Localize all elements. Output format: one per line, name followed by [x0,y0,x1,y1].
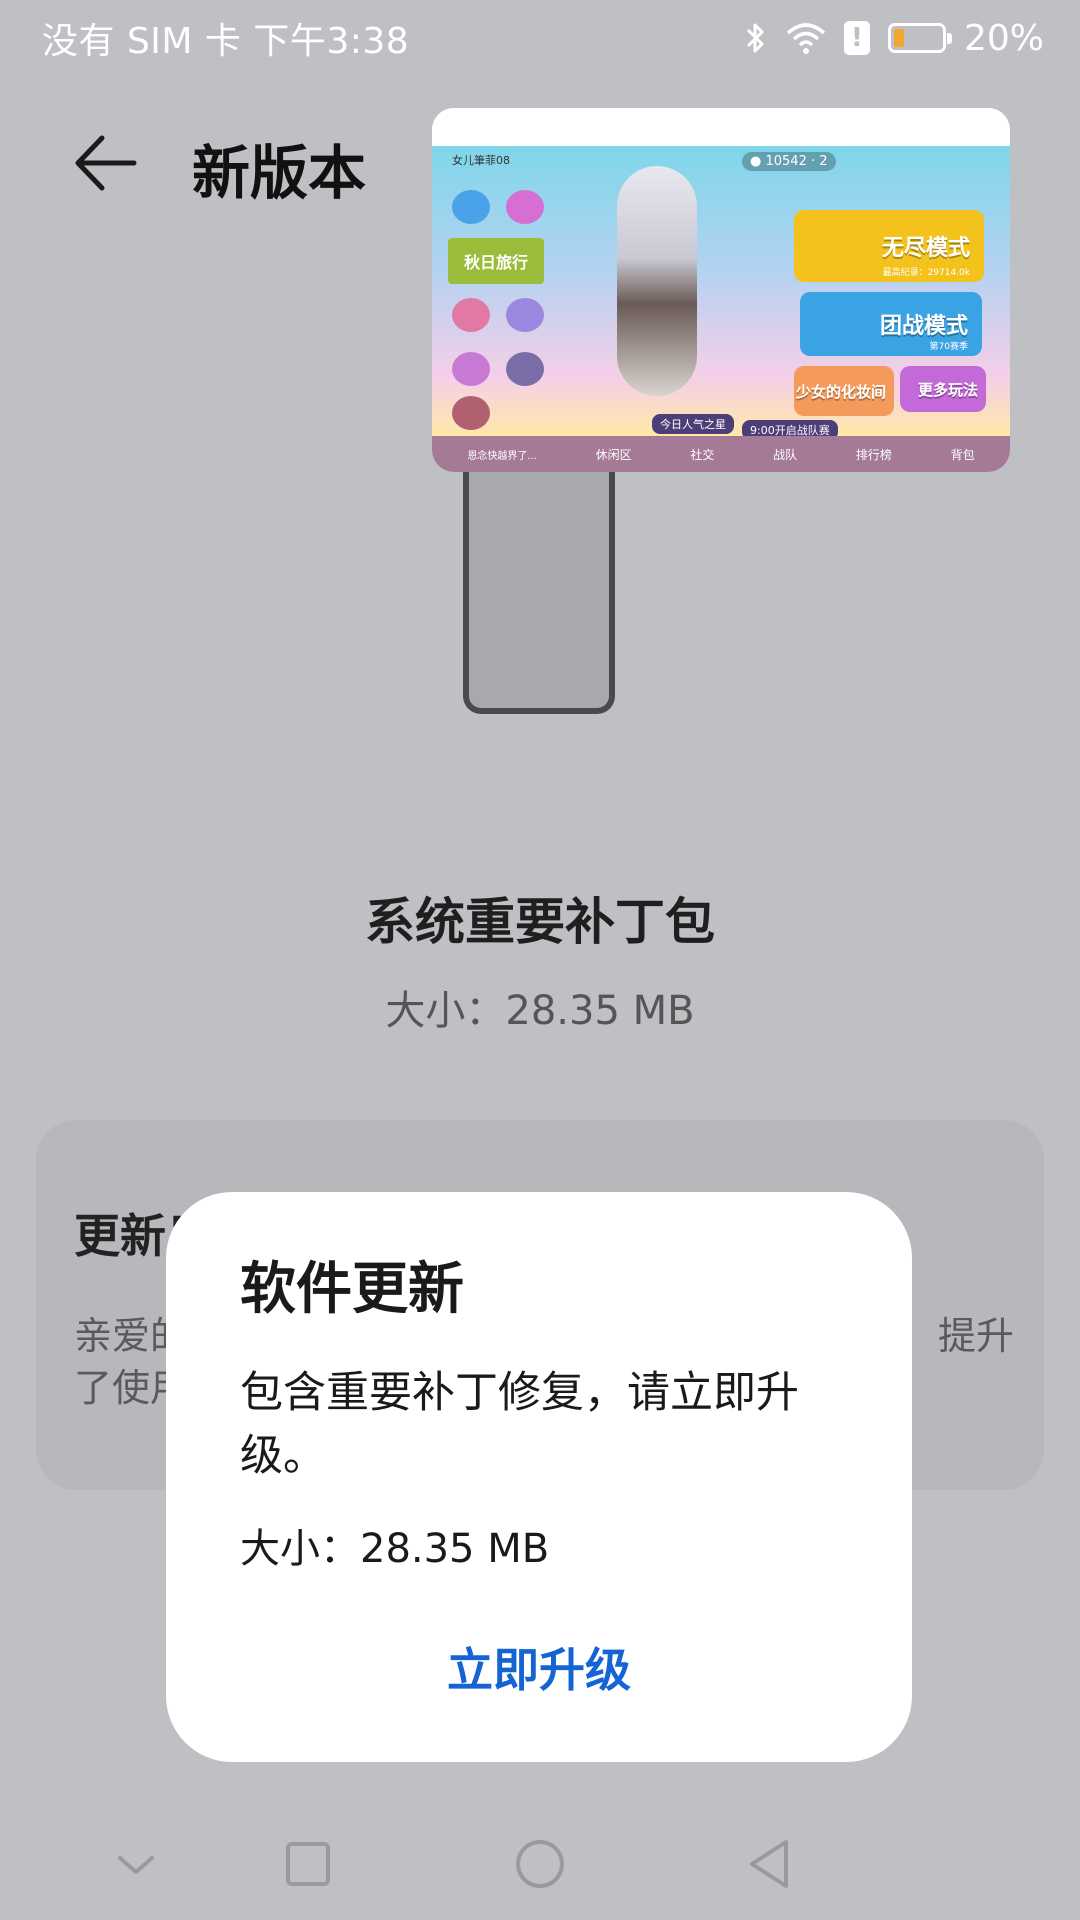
home-icon[interactable] [504,1828,576,1900]
mode-endless-sub: 最高纪录：29714.0k [882,268,970,278]
collapse-icon[interactable] [100,1828,172,1900]
wifi-icon [786,23,826,54]
arrow-left-icon[interactable] [72,130,142,196]
battery-icon [887,23,952,53]
nav-bar [0,1810,1080,1920]
coin-count: 10542 [765,154,807,169]
mode-team-card: 团战模式 第70赛季 [800,292,982,356]
game-user-name: 女儿筆菲08 [452,154,510,167]
back-icon[interactable] [734,1828,806,1900]
dialog-message: 包含重要补丁修复，请立即升级。 [240,1368,799,1481]
dialog-size: 大小：28.35 MB [240,1526,550,1572]
phone-illustration-body [463,460,615,714]
mode-team-sub: 第70赛季 [929,342,968,352]
page-title: 新版本 [192,139,367,207]
game-coins: ● 10542 · 2 [742,152,836,171]
treasure-icon [506,190,544,224]
apple-count: 2 [819,154,828,169]
recents-icon[interactable] [272,1828,344,1900]
status-carrier-time: 没有 SIM 卡 下午3:38 [42,21,410,62]
side-icon-b [506,298,544,332]
battery-percent: 20% [963,17,1044,59]
popularity-label: 今日人气之星 [652,414,734,434]
mode-endless-card: 无尽模式 最高纪录：29714.0k [794,210,984,282]
game-tab-team: 战队 [773,447,798,462]
game-tab-leisure: 休闲区 [595,447,632,462]
game-bottom-bar: 恩念快越界了... 休闲区 社交 战队 排行榜 背包 [432,436,1010,472]
phone-illustration-screen: 女儿筆菲08 ● 10542 · 2 秋日旅行 无尽模式 最高纪录：29714.… [432,108,1010,472]
update-dialog: 软件更新 包含重要补丁修复，请立即升级。 大小：28.35 MB 立即升级 [166,1192,912,1762]
bluetooth-icon [746,23,764,53]
changelog-line1-end: 提升 [937,1314,1014,1358]
game-tab-bag: 背包 [950,447,975,462]
mode-girl-label: 少女的化妆间 [795,382,886,401]
side-icon-a [452,298,490,332]
mode-girl-card: 少女的化妆间 [794,366,894,416]
upgrade-now-button[interactable]: 立即升级 [166,1620,912,1720]
game-tab-rank: 排行榜 [855,447,892,462]
game-screenshot: 女儿筆菲08 ● 10542 · 2 秋日旅行 无尽模式 最高纪录：29714.… [432,146,1010,440]
character-figure [617,166,697,396]
mode-more-card: 更多玩法 [900,366,986,412]
alert-glyph: ! [851,23,863,53]
side-icon-d [506,352,544,386]
status-bar: 没有 SIM 卡 下午3:38 ! 20% [0,0,1080,76]
mode-more-label: 更多玩法 [917,380,978,399]
side-icon-c [452,352,490,386]
game-chat: 恩念快越界了... [467,450,537,462]
side-icon-e [452,396,490,430]
mode-endless-label: 无尽模式 [881,236,970,261]
event-icon [452,190,490,224]
battery-fill [893,29,905,47]
autumn-banner: 秋日旅行 [448,238,544,284]
package-size: 大小：28.35 MB [385,988,695,1034]
game-tab-social: 社交 [690,447,715,462]
alert-icon: ! [843,21,870,55]
mode-team-label: 团战模式 [879,314,968,339]
status-icons: ! 20% [744,18,1044,59]
dialog-title: 软件更新 [240,1257,464,1322]
package-title: 系统重要补丁包 [365,893,715,951]
illustration-top-bezel [432,108,1010,146]
